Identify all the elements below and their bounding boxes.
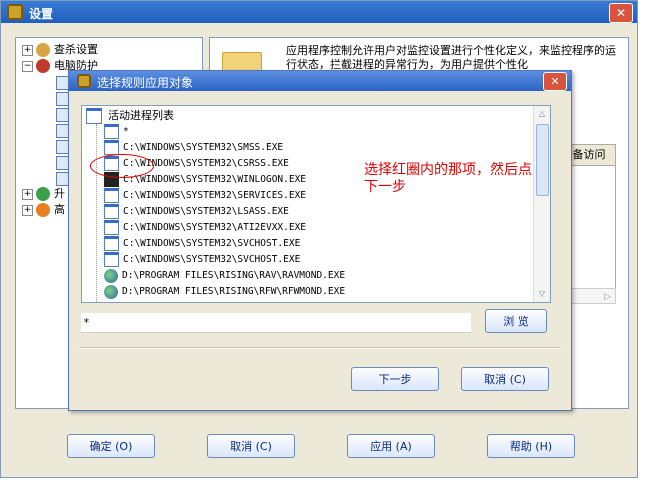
window-icon: [104, 124, 119, 139]
process-path: C:\WINDOWS\SYSTEM32\WINLOGON.EXE: [123, 174, 307, 185]
process-row[interactable]: C:\WINDOWS\SYSTEM32\SVCHOST.EXE: [104, 236, 300, 252]
scrollbar-thumb[interactable]: [536, 124, 549, 196]
scroll-right-icon[interactable]: ▷: [604, 292, 611, 302]
process-row[interactable]: C:\WINDOWS\SYSTEM32\LSASS.EXE: [104, 204, 289, 220]
process-path: C:\WINDOWS\SYSTEM32\SVCHOST.EXE: [123, 254, 301, 265]
dialog-title: 选择规则应用对象: [97, 76, 194, 90]
dialog-titlebar[interactable]: 选择规则应用对象 ✕: [69, 71, 571, 91]
process-path: D:\PROGRAM FILES\RISING\RAV\RAVMOND.EXE: [122, 270, 346, 281]
process-list-title: 活动进程列表: [108, 109, 174, 122]
scroll-down-icon[interactable]: ▽: [536, 288, 548, 300]
apply-button[interactable]: 应用 (A): [347, 434, 435, 458]
tree-item-scan-settings[interactable]: + 查杀设置: [22, 42, 98, 58]
process-path: C:\WINDOWS\SYSTEM32\SERVICES.EXE: [123, 190, 307, 201]
annotation-text: 选择红圈内的那项，然后点下一步: [364, 162, 532, 195]
tree-item-label: 查杀设置: [54, 43, 98, 56]
path-input[interactable]: *: [81, 313, 471, 333]
window-icon: [104, 236, 119, 251]
description-text: 应用程序控制允许用户对监控设置进行个性化定义，来监控程序的运行状态，拦截进程的异…: [286, 44, 616, 71]
process-path: C:\WINDOWS\SYSTEM32\SVCHOST.EXE: [123, 238, 301, 249]
expand-icon[interactable]: +: [22, 188, 33, 200]
expand-icon[interactable]: +: [22, 44, 33, 56]
process-row[interactable]: C:\WINDOWS\SYSTEM32\SERVICES.EXE: [104, 188, 306, 204]
window-icon: [104, 188, 119, 203]
check-icon: [36, 187, 50, 201]
tree-item-upgrade[interactable]: + 升: [22, 186, 65, 202]
process-row-wildcard[interactable]: *: [104, 124, 129, 140]
next-button[interactable]: 下一步: [351, 367, 439, 391]
expand-icon[interactable]: +: [22, 204, 33, 216]
close-icon[interactable]: ✕: [543, 72, 567, 91]
tree-item-label: 高: [54, 203, 65, 216]
rising-logo-icon: [77, 74, 91, 88]
window-icon: [86, 108, 102, 124]
ok-button[interactable]: 确定 (O): [67, 434, 155, 458]
cancel-button[interactable]: 取消 (C): [207, 434, 295, 458]
process-path: C:\WINDOWS\SYSTEM32\ATI2EVXX.EXE: [123, 222, 307, 233]
process-row[interactable]: C:\WINDOWS\SYSTEM32\SVCHOST.EXE: [104, 252, 300, 268]
dialog-cancel-button[interactable]: 取消 (C): [461, 367, 549, 391]
window-icon: [104, 204, 119, 219]
vertical-scrollbar[interactable]: △ ▽: [533, 106, 550, 302]
scroll-up-icon[interactable]: △: [536, 108, 548, 120]
select-target-dialog: 选择规则应用对象 ✕ 活动进程列表 * C:\WINDOWS\SYSTEM32\…: [68, 70, 572, 411]
help-button[interactable]: 帮助 (H): [487, 434, 575, 458]
tree-item-advanced[interactable]: + 高: [22, 202, 65, 218]
process-path: D:\PROGRAM FILES\RISING\RFW\RFWMOND.EXE: [122, 286, 346, 297]
tree-item-label: 升: [54, 187, 65, 200]
tree-connector: [96, 124, 97, 302]
process-list-header[interactable]: 活动进程列表: [86, 108, 174, 124]
process-list[interactable]: 活动进程列表 * C:\WINDOWS\SYSTEM32\SMSS.EXE C:…: [81, 105, 551, 303]
key-icon: [36, 43, 50, 57]
process-path: C:\WINDOWS\SYSTEM32\SMSS.EXE: [123, 142, 284, 153]
process-path: C:\WINDOWS\SYSTEM32\LSASS.EXE: [123, 206, 289, 217]
shield-icon: [36, 59, 50, 73]
window-icon: [104, 252, 119, 267]
process-row[interactable]: D:\PROGRAM FILES\RISING\RFW\RFWMOND.EXE: [104, 284, 345, 300]
settings-titlebar[interactable]: 设置 ✕: [1, 1, 637, 23]
window-icon: [104, 140, 119, 155]
red-circle-annotation: [90, 154, 154, 178]
browse-button[interactable]: 浏 览: [485, 309, 547, 333]
rising-logo-icon: [7, 4, 23, 20]
globe-icon: [104, 268, 118, 283]
gear-icon: [36, 203, 50, 217]
close-icon[interactable]: ✕: [609, 3, 633, 23]
window-title: 设置: [29, 7, 54, 21]
process-row[interactable]: C:\WINDOWS\SYSTEM32\ATI2EVXX.EXE: [104, 220, 306, 236]
process-row[interactable]: D:\PROGRAM FILES\RISING\RAV\RAVMOND.EXE: [104, 268, 345, 284]
globe-icon: [104, 284, 118, 299]
collapse-icon[interactable]: −: [22, 60, 33, 72]
separator: [79, 347, 561, 349]
window-icon: [104, 220, 119, 235]
process-path: *: [123, 126, 129, 137]
